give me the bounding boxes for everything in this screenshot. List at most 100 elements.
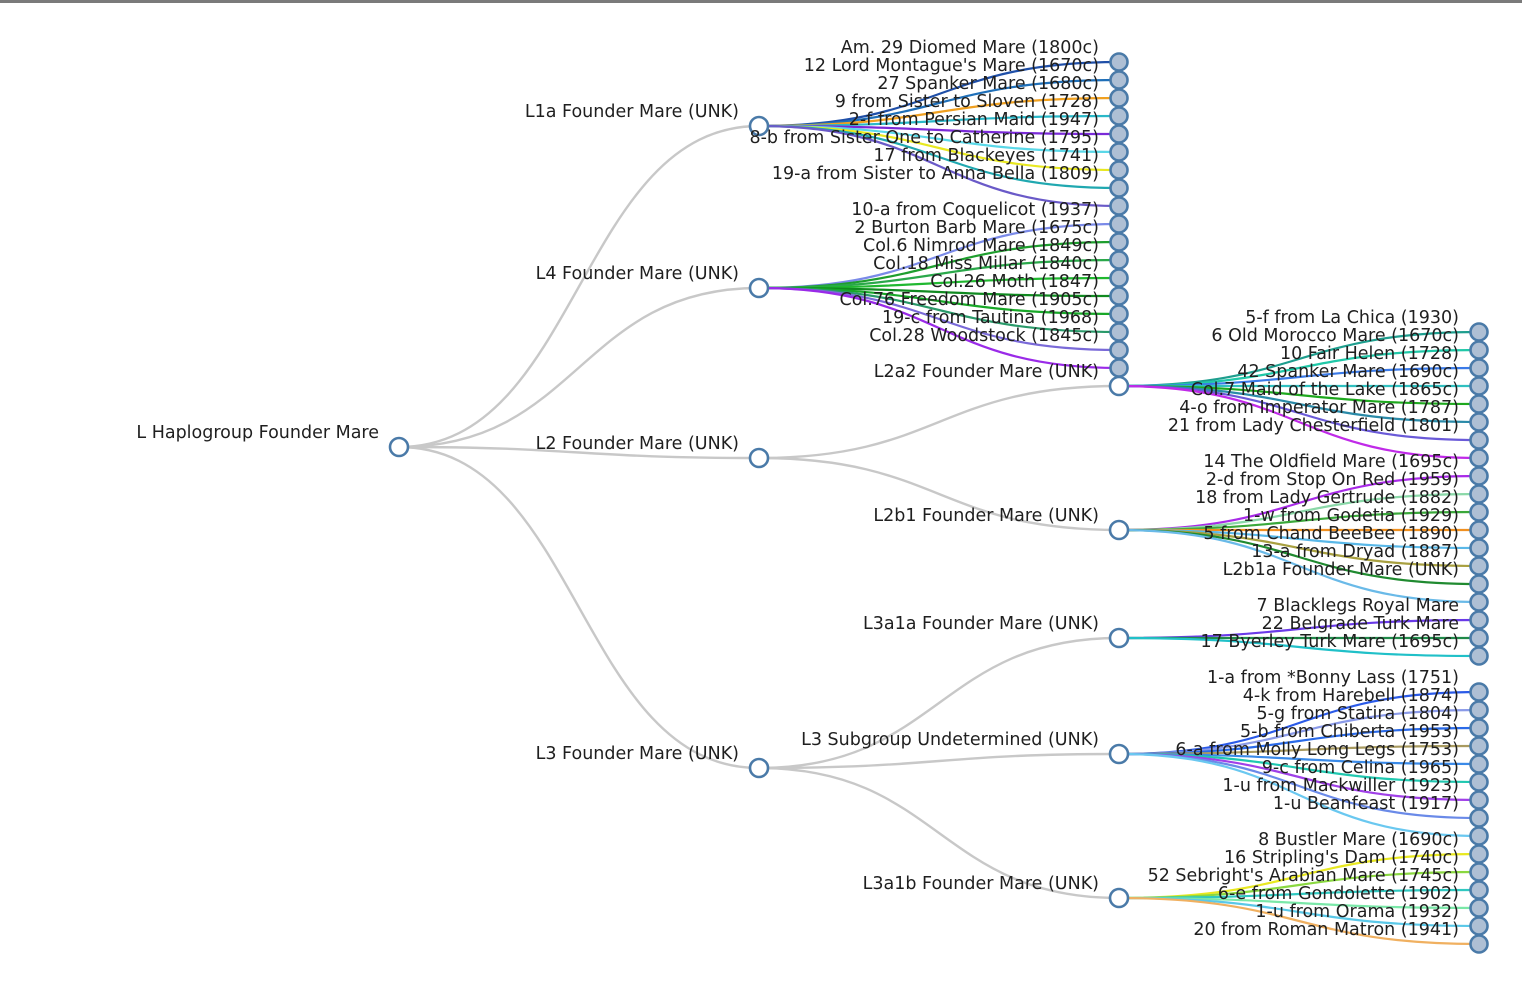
label-5-g-from-statira-1804: 5-g from Statira (1804) xyxy=(1257,704,1460,724)
leaf-node-8-b-from-sister-one-to-catherine-1795[interactable] xyxy=(1109,142,1129,162)
leaf-node-5-g-from-statira-1804[interactable] xyxy=(1469,718,1489,738)
label-1-w-from-godetia-1929: 1-w from Godetia (1929) xyxy=(1243,506,1459,526)
leaf-node-16-stripling-s-dam-1740c[interactable] xyxy=(1469,862,1489,882)
leaf-node-9-from-sister-to-sloven-1728[interactable] xyxy=(1109,106,1129,126)
node-l2a2-founder-mare-unk[interactable] xyxy=(1108,375,1130,397)
leaf-node-2-f-from-persian-maid-1947[interactable] xyxy=(1109,124,1129,144)
leaf-node-l2b1a-founder-mare-unk[interactable] xyxy=(1469,574,1489,594)
label-col-7-maid-of-the-lake-1865c: Col.7 Maid of the Lake (1865c) xyxy=(1191,380,1459,400)
node-l2b1-founder-mare-unk[interactable] xyxy=(1108,519,1130,541)
label-col-26-moth-1847: Col.26 Moth (1847) xyxy=(930,272,1099,292)
leaf-node-1-a-from-bonny-lass-1751[interactable] xyxy=(1469,682,1489,702)
leaf-node-unlabeled-l4-founder-mare-unk-8[interactable] xyxy=(1109,358,1129,378)
leaf-node-18-from-lady-gertrude-1882[interactable] xyxy=(1469,502,1489,522)
label-l4-founder-mare-unk: L4 Founder Mare (UNK) xyxy=(536,264,739,284)
leaf-node-21-from-lady-chesterfield-1801[interactable] xyxy=(1469,430,1489,450)
leaf-node-17-byerley-turk-mare-1695c[interactable] xyxy=(1469,646,1489,666)
label-8-b-from-sister-one-to-catherine-1795: 8-b from Sister One to Catherine (1795) xyxy=(749,128,1099,148)
label-10-fair-helen-1728: 10 Fair Helen (1728) xyxy=(1280,344,1459,364)
link-l2a2-founder-mare-unk xyxy=(758,384,1120,460)
leaf-node-5-b-from-chiberta-1953[interactable] xyxy=(1469,736,1489,756)
label-col-28-woodstock-1845c: Col.28 Woodstock (1845c) xyxy=(869,326,1099,346)
leaf-node-col-26-moth-1847[interactable] xyxy=(1109,286,1129,306)
leaf-node-unlabeled-l1a-founder-mare-unk-8[interactable] xyxy=(1109,196,1129,216)
label-1-u-from-mackwiller-1923: 1-u from Mackwiller (1923) xyxy=(1222,776,1459,796)
label-42-spanker-mare-1690c: 42 Spanker Mare (1690c) xyxy=(1237,362,1459,382)
label-7-blacklegs-royal-mare: 7 Blacklegs Royal Mare xyxy=(1257,596,1459,616)
leaf-node-col-28-woodstock-1845c[interactable] xyxy=(1109,340,1129,360)
leaf-node-4-o-from-imperator-mare-1787[interactable] xyxy=(1469,412,1489,432)
leaf-node-1-u-beanfeast-1917[interactable] xyxy=(1469,808,1489,828)
leaf-node-20-from-roman-matron-1941[interactable] xyxy=(1469,934,1489,954)
label-1-u-beanfeast-1917: 1-u Beanfeast (1917) xyxy=(1273,794,1459,814)
label-19-a-from-sister-to-anna-bella-1809: 19-a from Sister to Anna Bella (1809) xyxy=(772,164,1099,184)
leaf-node-5-from-chand-beebee-1890[interactable] xyxy=(1469,538,1489,558)
node-l-haplogroup-founder-mare[interactable] xyxy=(388,436,410,458)
label-5-f-from-la-chica-1930: 5-f from La Chica (1930) xyxy=(1245,308,1459,328)
leaf-node-2-burton-barb-mare-1675c[interactable] xyxy=(1109,232,1129,252)
leaf-node-7-blacklegs-royal-mare[interactable] xyxy=(1469,610,1489,630)
label-4-o-from-imperator-mare-1787: 4-o from Imperator Mare (1787) xyxy=(1179,398,1459,418)
label-l3-founder-mare-unk: L3 Founder Mare (UNK) xyxy=(536,744,739,764)
label-20-from-roman-matron-1941: 20 from Roman Matron (1941) xyxy=(1193,920,1459,940)
node-l3a1a-founder-mare-unk[interactable] xyxy=(1108,627,1130,649)
label-2-f-from-persian-maid-1947: 2-f from Persian Maid (1947) xyxy=(849,110,1099,130)
label-9-from-sister-to-sloven-1728: 9 from Sister to Sloven (1728) xyxy=(835,92,1099,112)
label-1-u-from-orama-1932: 1-u from Orama (1932) xyxy=(1255,902,1459,922)
leaf-node-10-fair-helen-1728[interactable] xyxy=(1469,358,1489,378)
label-l3a1b-founder-mare-unk: L3a1b Founder Mare (UNK) xyxy=(863,874,1099,894)
leaf-node-9-c-from-celina-1965[interactable] xyxy=(1469,772,1489,792)
leaf-node-52-sebright-s-arabian-mare-1745c[interactable] xyxy=(1469,880,1489,900)
leaf-node-4-k-from-harebell-1874[interactable] xyxy=(1469,700,1489,720)
label-17-from-blackeyes-1741: 17 from Blackeyes (1741) xyxy=(873,146,1099,166)
label-19-c-from-tautina-1968: 19-c from Tautina (1968) xyxy=(882,308,1099,328)
leaf-node-42-spanker-mare-1690c[interactable] xyxy=(1469,376,1489,396)
label-2-burton-barb-mare-1675c: 2 Burton Barb Mare (1675c) xyxy=(854,218,1099,238)
leaf-node-14-the-oldfield-mare-1695c[interactable] xyxy=(1469,466,1489,486)
leaf-node-unlabeled-l2a2-founder-mare-unk-7[interactable] xyxy=(1469,448,1489,468)
label-6-a-from-molly-long-legs-1753: 6-a from Molly Long Legs (1753) xyxy=(1175,740,1459,760)
leaf-node-8-bustler-mare-1690c[interactable] xyxy=(1469,844,1489,864)
leaf-node-2-d-from-stop-on-red-1959[interactable] xyxy=(1469,484,1489,504)
leaf-node-19-c-from-tautina-1968[interactable] xyxy=(1109,322,1129,342)
leaf-node-19-a-from-sister-to-anna-bella-1809[interactable] xyxy=(1109,178,1129,198)
node-l3a1b-founder-mare-unk[interactable] xyxy=(1108,887,1130,909)
leaf-node-unlabeled-l3-subgroup-undetermined-unk-8[interactable] xyxy=(1469,826,1489,846)
node-l3-founder-mare-unk[interactable] xyxy=(748,757,770,779)
label-am-29-diomed-mare-1800c: Am. 29 Diomed Mare (1800c) xyxy=(841,38,1099,58)
leaf-node-col-76-freedom-mare-1905c[interactable] xyxy=(1109,304,1129,324)
label-5-from-chand-beebee-1890: 5 from Chand BeeBee (1890) xyxy=(1203,524,1459,544)
leaf-node-6-e-from-gondolette-1902[interactable] xyxy=(1469,898,1489,918)
label-1-a-from-bonny-lass-1751: 1-a from *Bonny Lass (1751) xyxy=(1207,668,1459,688)
label-5-b-from-chiberta-1953: 5-b from Chiberta (1953) xyxy=(1240,722,1459,742)
node-l4-founder-mare-unk[interactable] xyxy=(748,277,770,299)
label-col-6-nimrod-mare-1849c: Col.6 Nimrod Mare (1849c) xyxy=(863,236,1099,256)
label-col-18-miss-millar-1840c: Col.18 Miss Millar (1840c) xyxy=(873,254,1099,274)
label-l1a-founder-mare-unk: L1a Founder Mare (UNK) xyxy=(525,102,739,122)
leaf-node-1-u-from-mackwiller-1923[interactable] xyxy=(1469,790,1489,810)
haplogroup-tree-diagram: L1a Founder Mare (UNK) Am. 29 Diomed Mare… xyxy=(136,38,1489,954)
label-13-a-from-dryad-1887: 13-a from Dryad (1887) xyxy=(1251,542,1459,562)
leaf-node-17-from-blackeyes-1741[interactable] xyxy=(1109,160,1129,180)
link-l3-subgroup-undetermined-unk xyxy=(758,752,1120,770)
leaf-node-27-spanker-mare-1680c[interactable] xyxy=(1109,88,1129,108)
node-l3-subgroup-undetermined-unk[interactable] xyxy=(1108,743,1130,765)
leaf-node-10-a-from-coquelicot-1937[interactable] xyxy=(1109,214,1129,234)
link-l1a-founder-mare-unk xyxy=(398,124,760,449)
leaf-node-col-6-nimrod-mare-1849c[interactable] xyxy=(1109,250,1129,270)
node-l2-founder-mare-unk[interactable] xyxy=(748,447,770,469)
leaf-node-5-f-from-la-chica-1930[interactable] xyxy=(1469,322,1489,342)
label-21-from-lady-chesterfield-1801: 21 from Lady Chesterfield (1801) xyxy=(1168,416,1459,436)
leaf-node-unlabeled-l2b1-founder-mare-unk-7[interactable] xyxy=(1469,592,1489,612)
label-27-spanker-mare-1680c: 27 Spanker Mare (1680c) xyxy=(877,74,1099,94)
leaf-node-1-w-from-godetia-1929[interactable] xyxy=(1469,520,1489,540)
leaf-node-6-a-from-molly-long-legs-1753[interactable] xyxy=(1469,754,1489,774)
leaf-node-col-18-miss-millar-1840c[interactable] xyxy=(1109,268,1129,288)
leaf-node-13-a-from-dryad-1887[interactable] xyxy=(1469,556,1489,576)
leaf-node-1-u-from-orama-1932[interactable] xyxy=(1469,916,1489,936)
leaf-node-12-lord-montague-s-mare-1670c[interactable] xyxy=(1109,70,1129,90)
leaf-node-col-7-maid-of-the-lake-1865c[interactable] xyxy=(1469,394,1489,414)
leaf-node-22-belgrade-turk-mare[interactable] xyxy=(1469,628,1489,648)
leaf-node-6-old-morocco-mare-1670c[interactable] xyxy=(1469,340,1489,360)
leaf-node-am-29-diomed-mare-1800c[interactable] xyxy=(1109,52,1129,72)
